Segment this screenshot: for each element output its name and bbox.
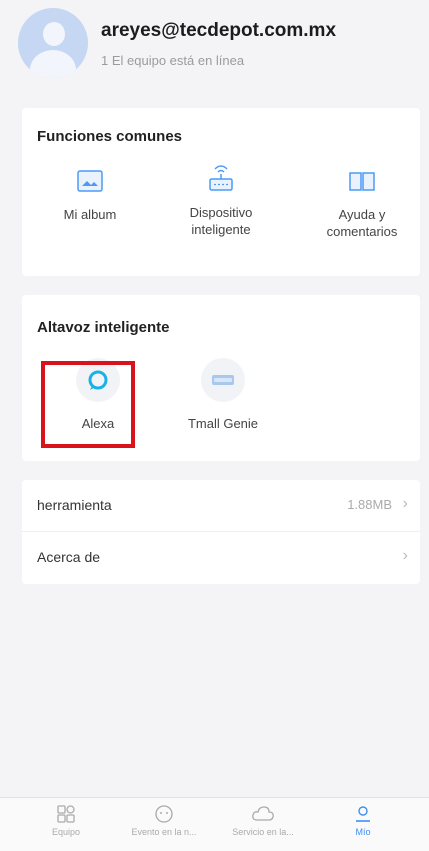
cloud-icon (252, 806, 274, 821)
chevron-right-icon: › (402, 547, 408, 564)
tab-servicio-label: Servicio en la... (232, 827, 294, 837)
alexa-highlight-box (41, 361, 135, 448)
photo-album-icon (77, 170, 103, 192)
avatar-body-shape (30, 50, 76, 78)
smart-device-label-line-2: inteligente (191, 222, 251, 237)
help-label-line-1: Ayuda y (338, 207, 386, 222)
bottom-tab-bar: Equipo Evento en la n... Servicio en la.… (0, 797, 429, 851)
common-functions-title: Funciones comunes (37, 128, 183, 145)
chevron-right-icon: › (402, 495, 408, 512)
tool-label: herramienta (37, 497, 112, 513)
avatar-head-shape (43, 22, 65, 46)
about-label: Acerca de (37, 549, 101, 565)
my-album-label: Mi album (63, 207, 117, 222)
tab-servicio[interactable]: Servicio en la... (218, 804, 308, 837)
help-label-line-2: comentarios (326, 224, 398, 239)
profile-header[interactable]: areyes@tecdepot.com.mx 1 El equipo está … (0, 0, 429, 86)
tab-equipo-label: Equipo (51, 827, 81, 837)
tab-mio-label: Mío (355, 827, 371, 837)
function-smart-device[interactable]: Dispositivo inteligente (166, 162, 276, 238)
tmall-genie-icon (201, 358, 245, 402)
smart-device-icon (209, 165, 233, 191)
tab-equipo[interactable]: Equipo (21, 804, 111, 837)
profile-icon (356, 806, 370, 822)
tab-evento[interactable]: Evento en la n... (119, 804, 209, 837)
device-grid-icon (57, 805, 75, 823)
online-status: 1 El equipo está en línea (101, 53, 245, 68)
tab-mio[interactable]: Mío (318, 804, 408, 837)
smart-speaker-title: Altavoz inteligente (37, 319, 170, 336)
event-face-icon (155, 805, 173, 823)
avatar[interactable] (18, 8, 88, 78)
tmall-genie-label: Tmall Genie (187, 416, 259, 431)
function-my-album[interactable]: Mi album (35, 170, 145, 223)
smart-device-label-line-1: Dispositivo (189, 205, 253, 220)
help-book-icon (349, 172, 375, 191)
function-help-feedback[interactable]: Ayuda y comentarios (307, 170, 417, 240)
tab-evento-label: Evento en la n... (131, 827, 197, 837)
common-functions-card: Funciones comunes Mi album Dispositivo i… (22, 108, 420, 276)
list-item-tool[interactable]: herramienta 1.88MB › (22, 480, 420, 532)
account-email: areyes@tecdepot.com.mx (101, 20, 337, 41)
tool-value: 1.88MB (347, 497, 392, 512)
list-item-about[interactable]: Acerca de › (22, 532, 420, 584)
speaker-tmall-genie[interactable]: Tmall Genie (165, 357, 281, 432)
